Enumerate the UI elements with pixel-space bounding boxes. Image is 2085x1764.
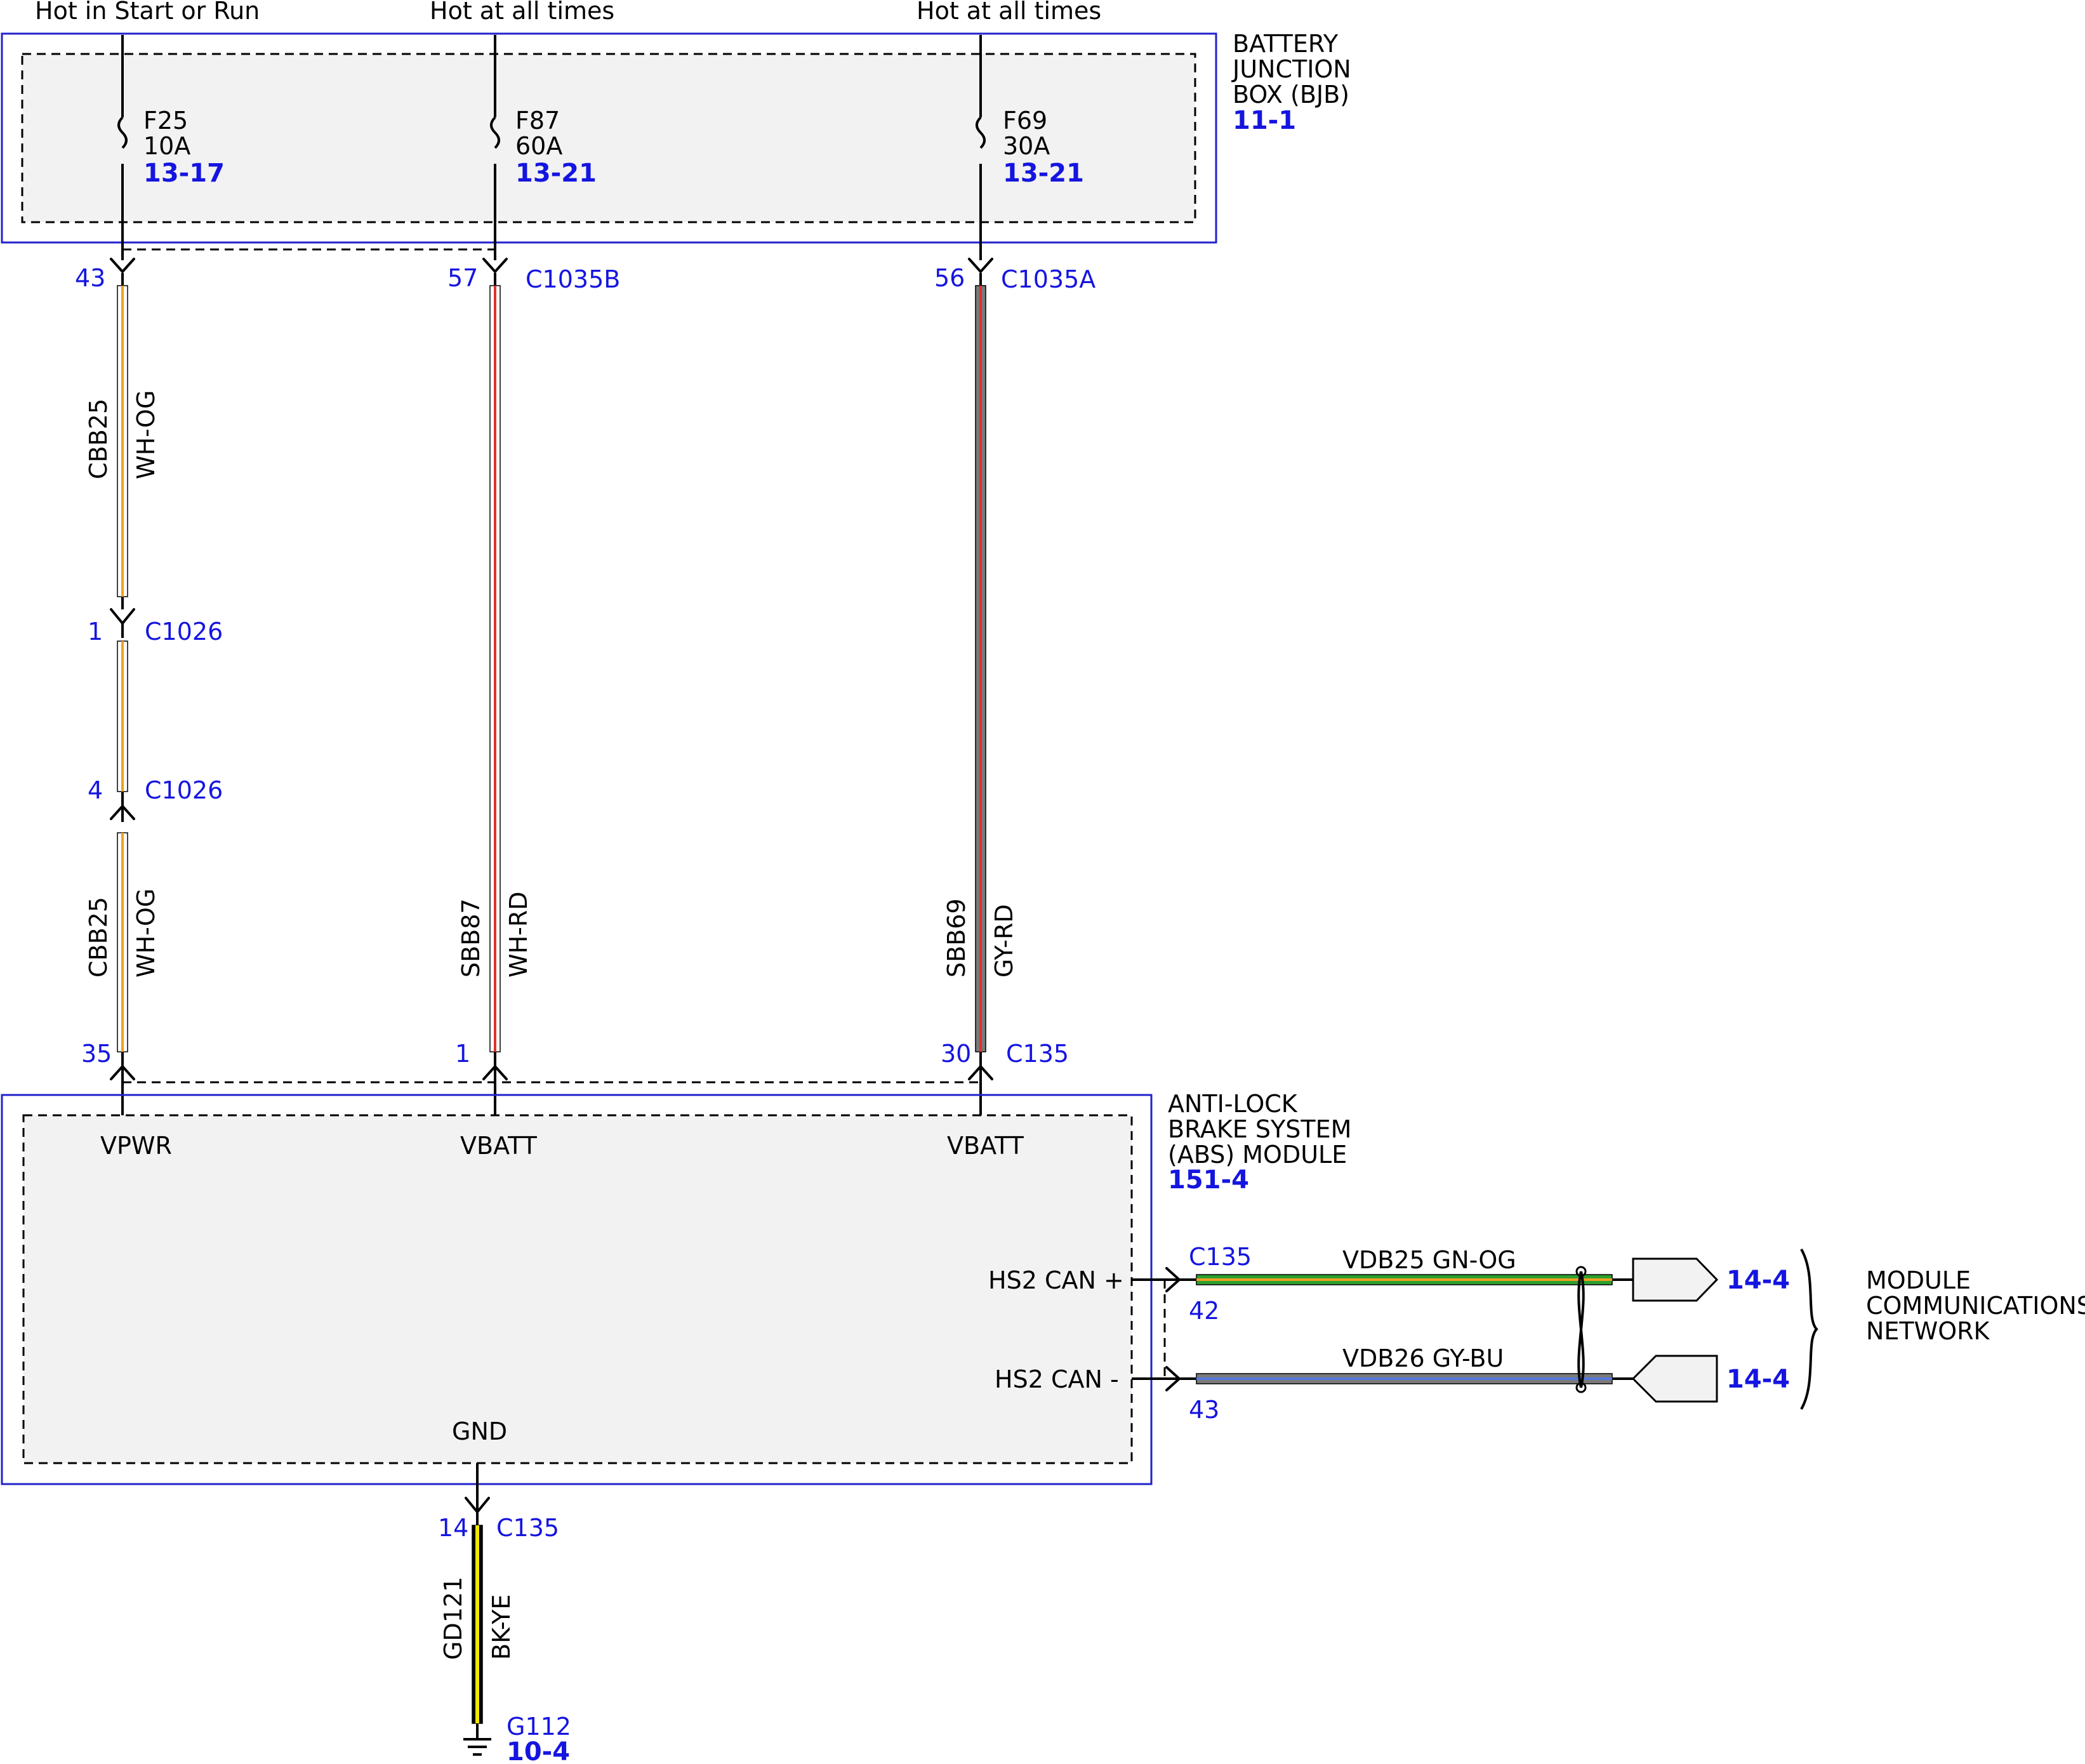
fuse-f69-ref-link[interactable]: 13-21 [1003,159,1084,188]
fuse-f87-rating: 60A [515,132,562,160]
sbb69-color: GY-RD [990,904,1018,978]
abs-label-line1: ANTI-LOCK [1168,1090,1298,1118]
c1035b-label: C1035B [526,265,620,293]
ground-id: G112 [506,1713,571,1741]
c1026-pin1-glyph [110,608,135,625]
wire-vdb26 [1196,1373,1613,1384]
wire-sbb87 [489,273,501,1052]
f69-feed-label: Hot at all times [917,0,1101,25]
wire-cbb25-upper [117,273,128,609]
wire-vdb25 [1196,1274,1613,1285]
abs-pin-gnd: GND [452,1417,507,1445]
wire-cbb25-lower [117,832,128,1052]
c135-pin-42: 42 [1189,1297,1219,1325]
can-minus-pointer [1631,1355,1718,1403]
c1035a-pin-56: 56 [934,264,965,292]
c135-pin-35: 35 [81,1040,112,1068]
fuse-f69-id: F69 [1003,107,1047,135]
c135-pin-14: 14 [438,1514,468,1542]
c135-pin-1: 1 [455,1040,470,1068]
wiring-diagram: BATTERY JUNCTION BOX (BJB) 11-1 Hot in S… [1,0,2085,1764]
network-label-line2: COMMUNICATIONS [1866,1292,2085,1320]
c135-can-label: C135 [1189,1243,1252,1271]
c1026-pin-1: 1 [88,618,103,646]
wire-gd121 [472,1514,483,1724]
wire-cbb25-mid [117,640,128,792]
f25-feed-label: Hot in Start or Run [35,0,260,25]
ground-ref-link[interactable]: 10-4 [506,1737,570,1764]
abs-label-line2: BRAKE SYSTEM [1168,1115,1351,1143]
c135-pin-30: 30 [941,1040,971,1068]
sbb69-circuit: SBB69 [943,898,970,978]
network-brace [1800,1249,1818,1410]
abs-module-inner [22,1114,1133,1464]
c1035b-pin-57: 57 [447,264,478,292]
cbb25-upper-color: WH-OG [132,390,160,479]
fuse-f25-id: F25 [143,107,188,135]
abs-pin-vpwr: VPWR [100,1132,172,1160]
bjb-label-line2: JUNCTION [1231,55,1351,83]
abs-pin-vbatt-2: VBATT [947,1132,1024,1160]
f87-feed-label: Hot at all times [430,0,614,25]
network-label: MODULE COMMUNICATIONS NETWORK [1866,1266,2085,1345]
abs-ref-link[interactable]: 151-4 [1168,1165,1249,1195]
fuse-f87-id: F87 [515,107,560,135]
fuse-f87-ref-link[interactable]: 13-21 [515,159,597,188]
network-ref-plus-link[interactable]: 14-4 [1726,1266,1790,1295]
c1026-label-pin4: C1026 [145,776,223,804]
sbb87-color: WH-RD [505,891,533,978]
c135-connector-glyphs [110,1052,993,1117]
cbb25-upper-circuit: CBB25 [84,399,112,479]
abs-label-line3: (ABS) MODULE [1168,1141,1347,1169]
c135-gnd-label: C135 [496,1514,559,1542]
fuse-f69-rating: 30A [1003,132,1050,160]
c1035b-pin-43: 43 [75,264,105,292]
abs-pin-hs2-can-plus: HS2 CAN + [988,1266,1124,1294]
bjb-label-line3: BOX (BJB) [1233,81,1349,109]
c135-pin-43: 43 [1189,1396,1219,1424]
c135-label: C135 [1006,1040,1069,1068]
ground-symbol-icon [463,1723,491,1756]
bjb-label: BATTERY JUNCTION BOX (BJB) 11-1 [1231,30,1351,135]
vdb26-label: VDB26 GY-BU [1342,1344,1504,1372]
vdb25-label: VDB25 GN-OG [1342,1246,1516,1274]
c1026-pin-4: 4 [88,776,103,804]
wire-sbb69 [975,273,986,1052]
abs-pin-hs2-can-minus: HS2 CAN - [995,1365,1119,1393]
network-label-line3: NETWORK [1866,1317,1990,1345]
network-label-line1: MODULE [1866,1266,1971,1294]
abs-label: ANTI-LOCK BRAKE SYSTEM (ABS) MODULE 151-… [1168,1090,1351,1195]
fuse-f25-rating: 10A [143,132,190,160]
cbb25-lower-circuit: CBB25 [84,897,112,978]
gd121-color: BK-YE [487,1595,515,1660]
abs-pin-vbatt-1: VBATT [460,1132,538,1160]
fuse-f25-ref-link[interactable]: 13-17 [143,159,225,188]
c1035a-label: C1035A [1001,265,1095,293]
gd121-circuit: GD121 [439,1577,467,1660]
bjb-label-line1: BATTERY [1233,30,1339,58]
bjb-ref-link[interactable]: 11-1 [1233,106,1296,135]
sbb87-circuit: SBB87 [457,898,485,978]
network-ref-minus-link[interactable]: 14-4 [1726,1365,1790,1394]
c1026-label-pin1: C1026 [145,618,223,646]
cbb25-lower-color: WH-OG [132,889,160,978]
can-plus-pointer [1632,1257,1719,1302]
